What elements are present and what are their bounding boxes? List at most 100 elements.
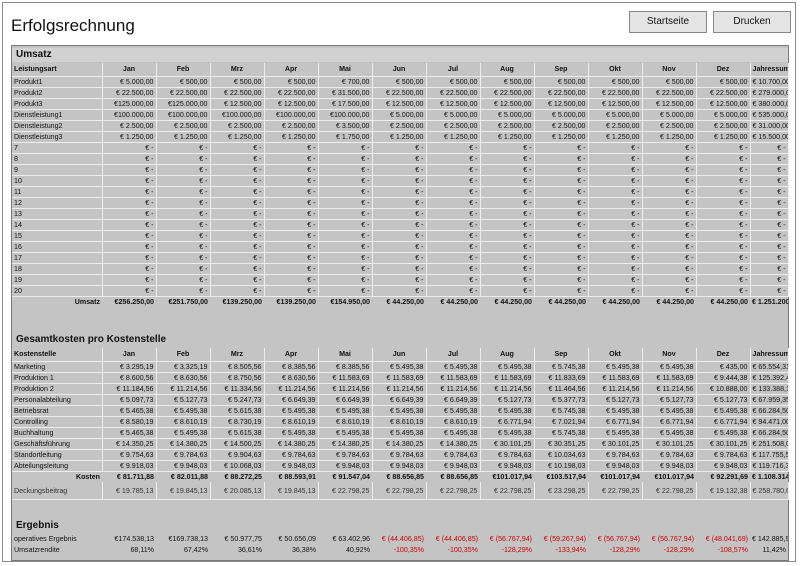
value-cell: € - [264,230,319,242]
value-cell: € - [264,142,319,154]
value-cell: € 1.250,00 [372,131,427,143]
table-row: Betriebsrat € 5.465,38 € 5.495,38 € 5.615,3… [12,405,789,417]
value-cell: € - [534,164,589,176]
value-cell: € - [480,219,535,231]
table-row: 20 € - € - € - € - € - € - € - € - € - € - € - € - € … [12,285,789,297]
table-row: Produkt1 € 5.000,00 € 500,00 € 500,00 € 500,… [12,76,789,88]
value-cell: € 12.500,00 [264,98,319,110]
value-cell: € 11.214,56 [318,383,373,395]
value-cell: € 22.500,00 [102,87,157,99]
value-cell: € 1.250,00 [480,131,535,143]
row-label: Buchhaltung [12,427,103,439]
row-label: 19 [12,274,103,286]
value-cell: € - [426,219,481,231]
value-cell: € - [588,252,643,264]
table-row: Personalabteilung € 5.097,73 € 5.127,73 € 5… [12,394,789,406]
value-cell: € - [156,164,211,176]
month-header-dez: Dez [696,348,751,362]
ergebnis-table: operatives Ergebnis €174.538,13 €169.738,1… [12,533,788,555]
value-cell: € 500,00 [372,76,427,88]
value-cell: € - [318,230,373,242]
value-cell: € (48.041,69) [705,534,748,543]
value-cell: € (59.267,94) [543,534,586,543]
value-cell: € 12.500,00 [372,98,427,110]
value-cell: € - [156,285,211,297]
value-cell: € 1.250,00 [534,131,589,143]
value-cell: € 5.495,38 [588,427,643,439]
table-row: Kosten € 81.711,88 € 82.011,88 € 88.272,25 €… [12,471,788,482]
row-label: 11 [12,186,103,198]
value-cell: € 9.948,03 [318,460,373,472]
value-cell: € - [372,241,427,253]
value-cell: € 88.272,25 [224,472,262,481]
row-total-cell: 11,42% [762,545,786,554]
value-cell: € 5.495,38 [264,405,319,417]
month-header-jul: Jul [426,348,481,362]
drucken-button[interactable]: Drucken [713,11,791,33]
table-row: 14 € - € - € - € - € - € - € - € - € - € - € - € - € … [12,219,789,231]
row-label-header: Kostenstelle [12,348,103,362]
value-cell: € 6.649,39 [318,394,373,406]
value-cell: € 5.495,38 [318,405,373,417]
value-cell: € - [426,142,481,154]
value-cell: € - [372,153,427,165]
value-cell: € 8.610,19 [426,416,481,428]
value-cell: €256.250,00 [114,297,154,306]
value-cell: € - [642,153,697,165]
value-cell: € - [588,230,643,242]
value-cell: € 1.250,00 [588,131,643,143]
row-label: 8 [12,153,103,165]
value-cell: € - [318,142,373,154]
value-cell: € 22.500,00 [210,87,265,99]
value-cell: € - [318,175,373,187]
startseite-button[interactable]: Startseite [629,11,707,33]
table-row: Produktion 1 € 8.600,56 € 8.630,56 € 8.750,… [12,372,789,384]
value-cell: € - [426,230,481,242]
umsatz-band [12,48,788,62]
value-cell: € 5.495,38 [480,427,535,439]
value-cell: € 7.021,94 [534,416,589,428]
value-cell: € - [426,285,481,297]
table-row: Marketing € 3.295,19 € 3.325,19 € 8.505,56 €… [12,361,789,373]
value-cell: € - [642,285,697,297]
value-cell: € 22.798,25 [372,481,427,501]
row-total-cell: € - [750,274,789,286]
value-cell: € 5.127,73 [480,394,535,406]
value-cell: € - [534,197,589,209]
value-cell: € 11.583,69 [588,372,643,384]
value-cell: € 44.250,00 [494,297,532,306]
value-cell: € - [264,175,319,187]
value-cell: € 3.325,19 [156,361,211,373]
row-label: 16 [12,241,103,253]
row-label: Kosten [75,472,100,481]
row-label: Produktion 1 [12,372,103,384]
value-cell: € 22.500,00 [588,87,643,99]
value-cell: € - [102,142,157,154]
value-cell: € - [156,197,211,209]
value-cell: € 22.500,00 [264,87,319,99]
table-header-row: Leistungsart Jan Feb Mrz Apr Mai Jun Jul Aug Sep O… [12,63,789,77]
value-cell: €154.950,00 [330,297,370,306]
value-cell: € - [480,208,535,220]
value-cell: € - [264,153,319,165]
value-cell: € 5.495,38 [156,405,211,417]
value-cell: € 5.000,00 [426,109,481,121]
table-row: Produkt3 €125.000,00 €125.000,00 € 12.500,0… [12,98,789,110]
value-cell: € 2.500,00 [534,120,589,132]
value-cell: € - [102,230,157,242]
row-total-cell: € 15.500,00 [750,131,789,143]
row-label: 10 [12,175,103,187]
value-cell: € - [534,274,589,286]
value-cell: €100.000,00 [264,109,319,121]
value-cell: € 11.214,56 [642,383,697,395]
table-row: 19 € - € - € - € - € - € - € - € - € - € - € - € - € … [12,274,789,286]
value-cell: € - [642,241,697,253]
value-cell: € 8.630,56 [264,372,319,384]
value-cell: € 2.500,00 [102,120,157,132]
value-cell: € - [642,252,697,264]
value-cell: € 5.495,38 [426,361,481,373]
row-total-cell: € - [750,153,789,165]
month-header-mai: Mai [318,348,373,362]
value-cell: € - [210,186,265,198]
value-cell: € 9.784,63 [480,449,535,461]
